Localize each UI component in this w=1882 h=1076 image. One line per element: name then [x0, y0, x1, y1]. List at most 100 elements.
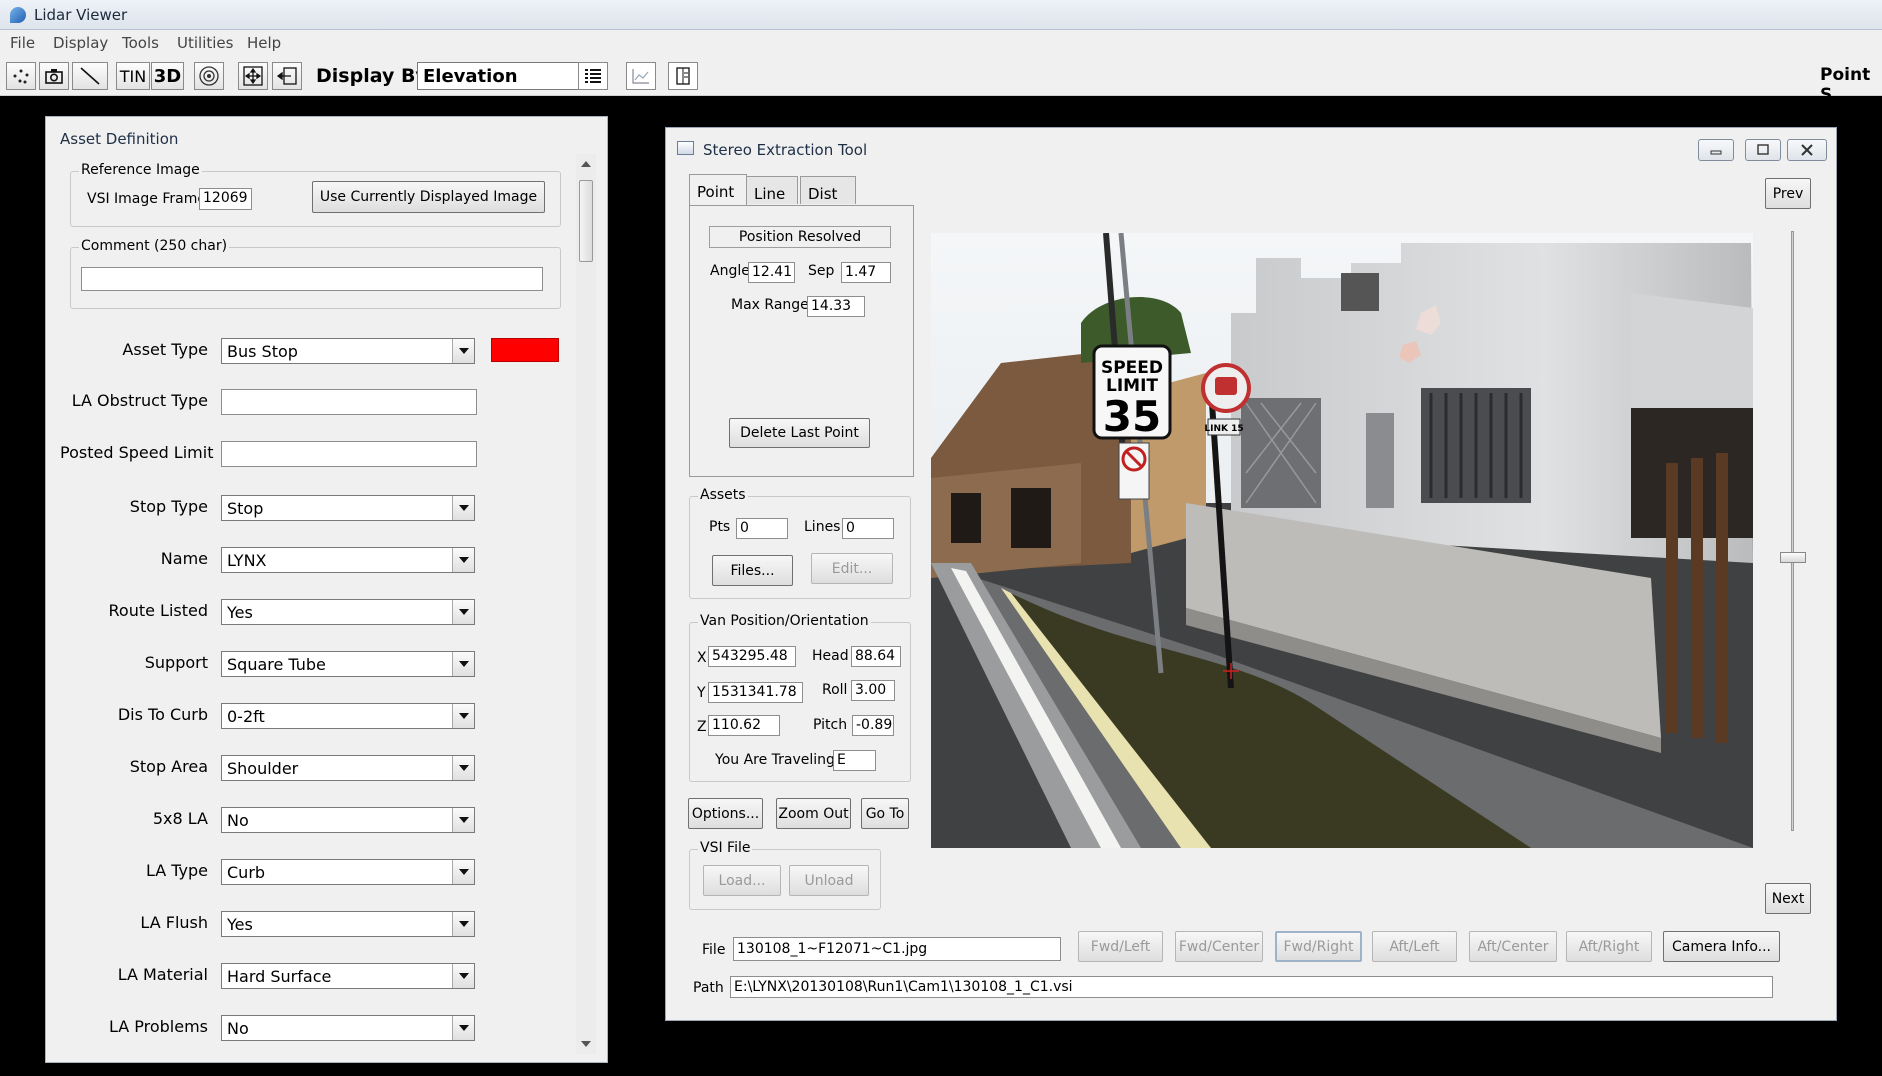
la-type-select[interactable]: Curb — [221, 859, 475, 885]
close-button[interactable] — [1787, 139, 1827, 161]
next-button[interactable]: Next — [1765, 883, 1811, 914]
asset-type-select[interactable]: Bus Stop — [221, 338, 475, 364]
la-obstruct-type-input[interactable] — [221, 389, 477, 415]
close-icon — [1801, 144, 1813, 156]
asset-color-swatch[interactable] — [491, 338, 559, 362]
prev-button[interactable]: Prev — [1765, 178, 1811, 209]
display-by-select[interactable]: Elevation — [417, 62, 601, 90]
camera-fwd-center-button[interactable]: Fwd/Center — [1175, 931, 1263, 962]
snapshot-button[interactable] — [39, 62, 69, 90]
chevron-down-icon — [452, 912, 474, 936]
camera-info-button[interactable]: Camera Info... — [1663, 931, 1780, 962]
stereo-image-viewport[interactable]: SPEED LIMIT 35 LINK 15 — [931, 233, 1753, 848]
vsi-file-label: VSI File — [698, 840, 753, 856]
menu-display[interactable]: Display — [53, 34, 108, 52]
chart-button[interactable] — [626, 62, 656, 90]
stop-type-select[interactable]: Stop — [221, 495, 475, 521]
minimize-button[interactable] — [1698, 139, 1734, 161]
name-label: Name — [160, 549, 208, 568]
tab-point[interactable]: Point — [689, 174, 747, 206]
report-button[interactable] — [668, 62, 698, 90]
la-problems-select[interactable]: No — [221, 1015, 475, 1041]
angle-field[interactable]: 12.41 — [748, 262, 795, 283]
dis-to-curb-label: Dis To Curb — [117, 705, 208, 724]
asset-panel-scrollbar[interactable] — [576, 154, 596, 1054]
document-icon — [676, 67, 690, 85]
la-material-value: Hard Surface — [227, 966, 332, 986]
list-button[interactable] — [578, 62, 608, 90]
pitch-field[interactable]: -0.89 — [852, 715, 894, 736]
name-select[interactable]: LYNX — [221, 547, 475, 573]
scroll-thumb[interactable] — [579, 180, 593, 262]
z-field[interactable]: 110.62 — [708, 715, 780, 736]
files-button[interactable]: Files... — [712, 555, 793, 586]
scroll-down-icon[interactable] — [581, 1040, 591, 1048]
menu-tools[interactable]: Tools — [122, 34, 159, 52]
delete-last-point-button[interactable]: Delete Last Point — [729, 418, 870, 448]
camera-icon — [45, 69, 63, 84]
lines-field[interactable]: 0 — [842, 518, 894, 539]
roll-field[interactable]: 3.00 — [851, 680, 895, 701]
asset-type-value: Bus Stop — [227, 341, 298, 361]
camera-fwd-right-button[interactable]: Fwd/Right — [1275, 931, 1362, 962]
maximize-button[interactable] — [1745, 139, 1781, 161]
max-range-field[interactable]: 14.33 — [807, 296, 865, 317]
comment-input[interactable] — [81, 267, 543, 291]
van-position-label: Van Position/Orientation — [698, 613, 871, 629]
line-tool-button[interactable] — [72, 62, 108, 90]
pts-field[interactable]: 0 — [736, 518, 788, 539]
zoom-out-button[interactable]: Zoom Out — [776, 798, 851, 829]
target-button[interactable] — [194, 62, 224, 90]
tab-line[interactable]: Line — [746, 176, 798, 204]
load-button: Load... — [703, 865, 781, 896]
la-flush-select[interactable]: Yes — [221, 911, 475, 937]
dis-to-curb-select[interactable]: 0-2ft — [221, 703, 475, 729]
head-field[interactable]: 88.64 — [851, 646, 901, 667]
menu-file[interactable]: File — [10, 34, 35, 52]
menu-utilities[interactable]: Utilities — [177, 34, 233, 52]
fit-width-button[interactable] — [272, 62, 302, 90]
chevron-down-icon — [452, 652, 474, 676]
path-field[interactable]: E:\LYNX\20130108\Run1\Cam1\130108_1_C1.v… — [730, 976, 1773, 998]
scroll-up-icon[interactable] — [581, 160, 591, 168]
camera-aft-left-button[interactable]: Aft/Left — [1372, 931, 1457, 962]
chevron-down-icon — [452, 600, 474, 624]
pan-button[interactable] — [238, 62, 268, 90]
points-tool-button[interactable] — [6, 62, 36, 90]
traveling-field[interactable]: E — [833, 750, 876, 771]
vsi-frame-field[interactable]: 12069 — [199, 188, 252, 210]
x-field[interactable]: 543295.48 — [708, 646, 796, 667]
file-field[interactable]: 130108_1~F12071~C1.jpg — [733, 937, 1061, 961]
support-select[interactable]: Square Tube — [221, 651, 475, 677]
route-listed-select[interactable]: Yes — [221, 599, 475, 625]
3d-button[interactable]: 3D — [151, 62, 184, 90]
5x8-la-select[interactable]: No — [221, 807, 475, 833]
la-obstruct-type-label: LA Obstruct Type — [71, 391, 208, 410]
tab-dist[interactable]: Dist — [800, 176, 856, 204]
camera-aft-center-button[interactable]: Aft/Center — [1469, 931, 1557, 962]
stop-area-value: Shoulder — [227, 758, 299, 778]
menu-help[interactable]: Help — [247, 34, 281, 52]
la-material-select[interactable]: Hard Surface — [221, 963, 475, 989]
street-scene-image: SPEED LIMIT 35 LINK 15 — [931, 233, 1753, 848]
posted-speed-limit-label: Posted Speed Limit — [60, 443, 214, 462]
y-field[interactable]: 1531341.78 — [708, 682, 803, 703]
line-icon — [80, 67, 100, 85]
stop-area-select[interactable]: Shoulder — [221, 755, 475, 781]
support-label: Support — [144, 653, 208, 672]
sep-field[interactable]: 1.47 — [841, 262, 891, 283]
camera-aft-right-button[interactable]: Aft/Right — [1566, 931, 1652, 962]
asset-type-label: Asset Type — [122, 340, 208, 359]
frame-slider-track[interactable] — [1791, 231, 1794, 831]
options-button[interactable]: Options... — [688, 798, 763, 829]
go-to-button[interactable]: Go To — [861, 798, 909, 829]
use-current-image-button[interactable]: Use Currently Displayed Image — [312, 181, 545, 213]
posted-speed-limit-input[interactable] — [221, 441, 477, 467]
la-flush-label: LA Flush — [140, 913, 208, 932]
camera-fwd-left-button[interactable]: Fwd/Left — [1078, 931, 1163, 962]
window-title-bar: Lidar Viewer — [0, 0, 1882, 30]
tin-button[interactable]: TIN — [116, 62, 150, 90]
name-value: LYNX — [227, 550, 267, 570]
pts-label: Pts — [709, 519, 731, 535]
frame-slider-thumb[interactable] — [1780, 552, 1806, 563]
